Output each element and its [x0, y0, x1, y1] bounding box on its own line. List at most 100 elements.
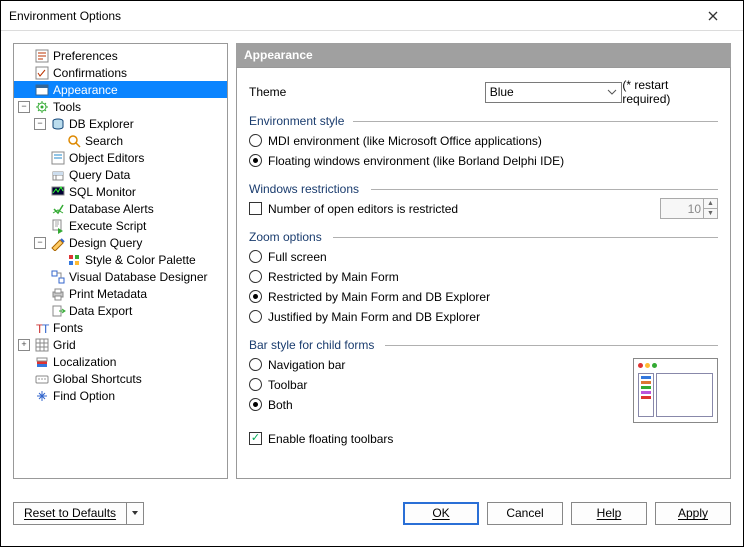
tree-item-search[interactable]: Search [14, 132, 227, 149]
svg-text:T: T [42, 322, 50, 336]
tree-item-query-data[interactable]: Query Data [14, 166, 227, 183]
tree-item-label: Object Editors [69, 151, 144, 165]
env-style-group-title: Environment style [249, 112, 718, 130]
spinner[interactable]: ▲▼ [703, 199, 717, 218]
tree-item-find-option[interactable]: Find Option [14, 387, 227, 404]
dbalert-icon [50, 201, 66, 217]
restrict-editors-option[interactable]: Number of open editors is restricted 10 … [249, 199, 718, 218]
close-icon [708, 11, 718, 21]
tree-item-execute-script[interactable]: Execute Script [14, 217, 227, 234]
footer: Reset to Defaults OK Cancel Help Apply [1, 491, 743, 535]
tree-item-localization[interactable]: Localization [14, 353, 227, 370]
floating-toolbars-label: Enable floating toolbars [268, 432, 393, 446]
tools-icon [34, 99, 50, 115]
bar-style-option-1[interactable]: Toolbar [249, 375, 345, 394]
tree-item-label: Search [85, 134, 123, 148]
option-label: MDI environment (like Microsoft Office a… [268, 134, 542, 148]
option-label: Restricted by Main Form [268, 270, 399, 284]
vdd-icon [50, 269, 66, 285]
confirm-icon [34, 65, 50, 81]
expand-toggle-icon[interactable]: − [34, 237, 46, 249]
bar-style-preview [633, 358, 718, 423]
floating-toolbars-option[interactable]: Enable floating toolbars [249, 429, 718, 448]
tree-item-sql-monitor[interactable]: SQL Monitor [14, 183, 227, 200]
design-icon [50, 235, 66, 251]
editors-count-input[interactable]: 10 ▲▼ [660, 198, 718, 219]
option-label: Floating windows environment (like Borla… [268, 154, 564, 168]
cancel-button[interactable]: Cancel [487, 502, 563, 525]
help-button[interactable]: Help [571, 502, 647, 525]
reset-defaults-split-button[interactable]: Reset to Defaults [13, 502, 144, 525]
radio-icon [249, 290, 262, 303]
expand-toggle-icon[interactable]: − [18, 101, 30, 113]
chevron-down-icon [607, 87, 617, 97]
tree-item-label: DB Explorer [69, 117, 134, 131]
tree-item-design-query[interactable]: −Design Query [14, 234, 227, 251]
tree-item-label: Style & Color Palette [85, 253, 196, 267]
tree-item-global-shortcuts[interactable]: Global Shortcuts [14, 370, 227, 387]
section-header: Appearance [236, 43, 731, 67]
window-title: Environment Options [9, 9, 691, 23]
appear-icon [34, 82, 50, 98]
expand-toggle-icon[interactable]: + [18, 339, 30, 351]
option-label: Restricted by Main Form and DB Explorer [268, 290, 490, 304]
tree-item-grid[interactable]: + Grid [14, 336, 227, 353]
radio-icon [249, 378, 262, 391]
tree-item-print-metadata[interactable]: Print Metadata [14, 285, 227, 302]
theme-select[interactable]: Blue [485, 82, 623, 103]
radio-icon [249, 270, 262, 283]
tree-item-db-explorer[interactable]: − DB Explorer [14, 115, 227, 132]
tree-item-label: Data Export [69, 304, 132, 318]
option-label: Both [268, 398, 293, 412]
bar-style-option-0[interactable]: Navigation bar [249, 355, 345, 374]
tree-item-label: SQL Monitor [69, 185, 136, 199]
env-style-option-0[interactable]: MDI environment (like Microsoft Office a… [249, 131, 718, 150]
tree-item-fonts[interactable]: TTFonts [14, 319, 227, 336]
zoom-option-1[interactable]: Restricted by Main Form [249, 267, 718, 286]
tree-item-data-export[interactable]: Data Export [14, 302, 227, 319]
tree-item-label: Grid [53, 338, 76, 352]
grid-icon [34, 337, 50, 353]
tree-item-style-color-palette[interactable]: Style & Color Palette [14, 251, 227, 268]
local-icon [34, 354, 50, 370]
option-label: Justified by Main Form and DB Explorer [268, 310, 480, 324]
reset-defaults-dropdown[interactable] [126, 502, 144, 525]
main-panel: Appearance Theme Blue (* restart require… [236, 43, 731, 479]
close-button[interactable] [691, 2, 735, 30]
option-label: Full screen [268, 250, 327, 264]
env-style-option-1[interactable]: Floating windows environment (like Borla… [249, 151, 718, 170]
find-icon [34, 388, 50, 404]
dialog-window: Environment Options PreferencesConfirmat… [0, 0, 744, 547]
radio-icon [249, 250, 262, 263]
tree-item-appearance[interactable]: Appearance [14, 81, 227, 98]
ok-button[interactable]: OK [403, 502, 479, 525]
dbexp-icon [50, 116, 66, 132]
zoom-option-0[interactable]: Full screen [249, 247, 718, 266]
zoom-option-2[interactable]: Restricted by Main Form and DB Explorer [249, 287, 718, 306]
radio-icon [249, 358, 262, 371]
reset-defaults-button[interactable]: Reset to Defaults [13, 502, 126, 525]
bar-style-option-2[interactable]: Both [249, 395, 345, 414]
objed-icon [50, 150, 66, 166]
restart-note: (* restart required) [622, 78, 718, 106]
tree-item-label: Execute Script [69, 219, 146, 233]
tree-item-tools[interactable]: − Tools [14, 98, 227, 115]
tree-item-visual-database-designer[interactable]: Visual Database Designer [14, 268, 227, 285]
exec-icon [50, 218, 66, 234]
option-label: Toolbar [268, 378, 307, 392]
expand-toggle-icon[interactable]: − [34, 118, 46, 130]
nav-tree[interactable]: PreferencesConfirmationsAppearance−Tools… [13, 43, 228, 479]
apply-button[interactable]: Apply [655, 502, 731, 525]
tree-item-database-alerts[interactable]: Database Alerts [14, 200, 227, 217]
tree-item-label: Tools [53, 100, 81, 114]
editors-count-value: 10 [688, 202, 701, 216]
tree-item-preferences[interactable]: Preferences [14, 47, 227, 64]
radio-icon [249, 310, 262, 323]
tree-item-object-editors[interactable]: Object Editors [14, 149, 227, 166]
sqlmon-icon [50, 184, 66, 200]
tree-item-confirmations[interactable]: Confirmations [14, 64, 227, 81]
zoom-option-3[interactable]: Justified by Main Form and DB Explorer [249, 307, 718, 326]
tree-item-label: Visual Database Designer [69, 270, 208, 284]
print-icon [50, 286, 66, 302]
tree-item-label: Global Shortcuts [53, 372, 142, 386]
